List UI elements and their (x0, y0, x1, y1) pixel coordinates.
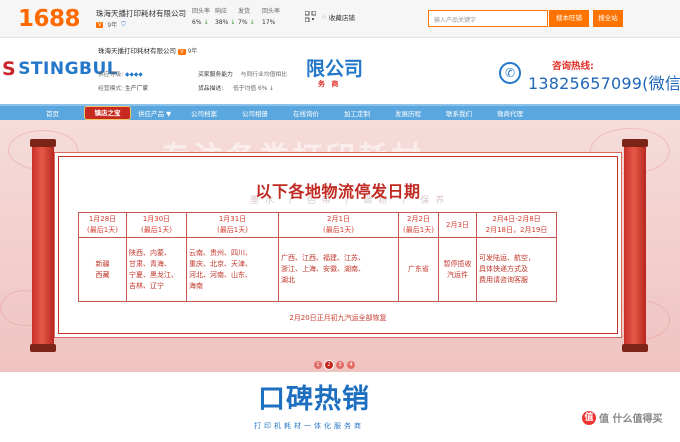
stat-response: 响应 38% ↓ (215, 6, 235, 26)
stat-value: 6% (192, 19, 202, 26)
stat-value: 38% (215, 19, 229, 26)
stat-value: 7% (238, 19, 248, 26)
scroll-left (32, 143, 54, 348)
nav-company-profile[interactable]: 公司档案 (191, 108, 217, 118)
section-title: 口碑热销 (258, 384, 370, 415)
nav-products[interactable]: 供应产品 ▼ (138, 108, 171, 118)
site-watermark-text: 值 什么值得买 (599, 414, 663, 425)
years-badge: 9年 (107, 22, 118, 29)
table-cell: 陕西、内蒙、 甘肃、青海、 宁夏、黑龙江、 吉林、辽宁 (126, 237, 187, 302)
table-header-cell: 1月28日 (最后1天) (78, 212, 127, 238)
table-cell: 暂停揽收 汽运件 (438, 237, 477, 302)
carousel-dot-3[interactable]: 3 (336, 361, 344, 369)
table-row: 新疆 西藏 陕西、内蒙、 甘肃、青海、 宁夏、黑龙江、 吉林、辽宁 云南、贵州、… (78, 237, 557, 302)
section-subtitle: 打印机耗材一体化服务商 (254, 422, 364, 430)
phone-icon: ✆ (499, 62, 521, 84)
buyer-service: 买家服务能力 与同行业均值相比 (198, 69, 287, 78)
stat-label: 发货 (238, 8, 251, 15)
scroll-cap (622, 344, 648, 352)
scroll-cap (622, 139, 648, 147)
search-all-button[interactable]: 搜全站 (593, 10, 623, 27)
favorite-store-button[interactable]: ☆ 收藏店铺 (321, 12, 355, 22)
carousel-dot-2[interactable]: 2 (325, 361, 333, 369)
carousel-dots: 1 2 3 4 (314, 361, 355, 369)
table-header-cell: 2月4日-2月8日 2月18日，2月19日 (476, 212, 557, 238)
table-cell: 广西、江西、福建、江苏、 浙江、上海、安徽、湖南、 湖北 (278, 237, 399, 302)
scroll-cap (30, 344, 56, 352)
topbar-badges: V 9年 ⛉ (96, 20, 126, 29)
business-model-label: 经营模式: (98, 86, 124, 92)
table-cell: 广东省 (398, 237, 439, 302)
nav-hot-tag[interactable]: 镇店之宝 (84, 106, 131, 120)
verified-badge: V (178, 49, 186, 55)
shield-icon: ⛉ (121, 20, 126, 28)
carousel-dot-4[interactable]: 4 (347, 361, 355, 369)
stat-shipping: 发货 7% ↓ (238, 6, 254, 26)
logistics-footnote: 2月20日正月初九汽运全部恢复 (289, 314, 387, 322)
table-header-cell: 1月31日 (最后1天) (186, 212, 279, 238)
nav-history[interactable]: 发展历程 (395, 108, 421, 118)
site-watermark: 值 值 什么值得买 (582, 410, 662, 425)
nav-contact[interactable]: 联系我们 (446, 108, 472, 118)
carousel-dot-1[interactable]: 1 (314, 361, 322, 369)
smzdm-logo-icon: 值 (582, 410, 596, 425)
table-header-cell: 2月3日 (438, 212, 477, 238)
dragon-logo-icon: S (2, 58, 17, 80)
store-years: 9年 (187, 48, 198, 55)
trend-down-icon: ↓ (230, 19, 236, 26)
stat-repurchase: 回头率 6% ↓ (192, 6, 210, 26)
store-title: 限公司 (306, 58, 364, 80)
table-header-row: 1月28日 (最后1天) 1月30日 (最后1天) 1月31日 (最后1天) 2月1日… (78, 212, 557, 238)
table-cell: 云南、贵州、四川、 重庆、北京、天津、 河北、河南、山东、 海南 (186, 237, 279, 302)
supplier-level-label: 供应等级: (98, 72, 124, 78)
logistics-table: 1月28日 (最后1天) 1月30日 (最后1天) 1月31日 (最后1天) 2月1日… (78, 212, 557, 302)
table-header-cell: 2月2日 (最后1天) (398, 212, 439, 238)
goods-description-value: 低于均值 6% ↓ (233, 86, 274, 92)
star-icon: ☆ (321, 13, 327, 21)
stat-label: 响应 (215, 8, 228, 15)
nav-inquiry[interactable]: 在线询价 (293, 108, 319, 118)
nav-custom[interactable]: 加工定制 (344, 108, 370, 118)
table-header-cell: 2月1日 (最后1天) (278, 212, 399, 238)
trend-down-icon: ↓ (249, 19, 255, 26)
search-input[interactable]: 输入产品关键字 (428, 10, 548, 27)
stat-value: 17% (262, 19, 276, 26)
store-subtitle: 务 商 (318, 80, 341, 88)
search-store-button[interactable]: 搜本旺铺 (549, 10, 589, 27)
buyer-service-value: 与同行业均值相比 (240, 72, 288, 78)
scroll-cap (30, 139, 56, 147)
business-model-value: 生产厂家 (125, 86, 149, 92)
scroll-right (624, 143, 646, 348)
store-company-name-text: 珠海天播打印耗材有限公司 (98, 47, 176, 55)
favorite-label: 收藏店铺 (328, 14, 355, 22)
stat-label: 回头率 (192, 8, 211, 15)
supplier-level: 供应等级: ◆◆◆◆ (98, 69, 143, 78)
store-company-name: 珠海天播打印耗材有限公司 V 9年 (98, 45, 197, 55)
nav-album[interactable]: 公司相册 (242, 108, 268, 118)
goods-description-label: 货品描述: (198, 86, 224, 92)
topbar-company-name[interactable]: 珠海天播打印耗材有限公司 (96, 8, 186, 19)
nav-home[interactable]: 首页 (46, 108, 59, 118)
hotline-phone: 13825657099(微信 (528, 74, 680, 93)
logistics-title: 以下各地物流停发日期 (255, 182, 421, 201)
table-header-cell: 1月30日 (最后1天) (126, 212, 187, 238)
site-logo[interactable]: 1688 (18, 6, 81, 32)
goods-description: 货品描述: 低于均值 6% ↓ (198, 83, 274, 92)
diamond-icon: ◆◆◆◆ (125, 72, 143, 78)
buyer-service-label: 买家服务能力 (198, 72, 233, 78)
verified-badge: V (96, 21, 104, 28)
table-cell: 可发陆运、航空， 具体快递方式及 费用请咨询客服 (476, 237, 557, 302)
stat-return: 回头率 17% (262, 6, 280, 26)
trend-down-icon: ↓ (203, 19, 209, 26)
table-cell: 新疆 西藏 (78, 237, 127, 302)
qr-code-icon[interactable] (305, 11, 316, 22)
nav-agent[interactable]: 微商代理 (497, 108, 523, 118)
stat-label: 回头率 (262, 8, 281, 15)
business-model: 经营模式: 生产厂家 (98, 83, 148, 92)
